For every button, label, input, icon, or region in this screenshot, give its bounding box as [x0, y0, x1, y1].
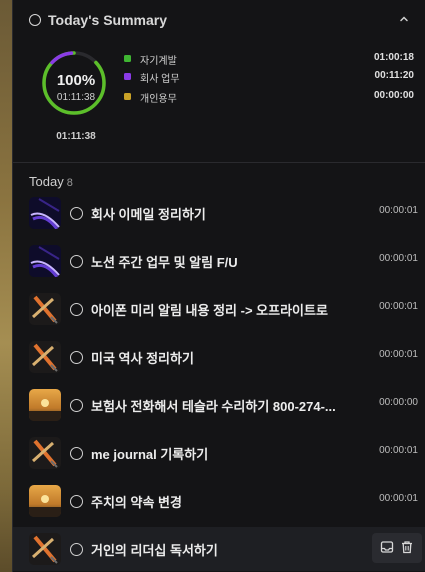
task-checkbox[interactable]	[70, 303, 83, 316]
task-row[interactable]: 회사 이메일 정리하기 00:00:01	[13, 191, 425, 235]
task-title: 노션 주간 업무 및 알림 F/U	[91, 255, 238, 270]
sunset-icon	[29, 485, 61, 517]
divider	[13, 162, 425, 163]
task-title: 미국 역사 정리하기	[91, 351, 194, 366]
task-row[interactable]: me journal 기록하기 00:00:01	[13, 431, 425, 475]
task-row[interactable]: 미국 역사 정리하기 00:00:01	[13, 335, 425, 379]
legend-label: 회사 업무	[140, 74, 180, 85]
task-time: 00:00:01	[379, 301, 418, 312]
task-row[interactable]: 노션 주간 업무 및 알림 F/U 00:00:01	[13, 239, 425, 283]
legend-item: 개인용무 00:00:00	[124, 90, 420, 105]
background-strip	[0, 0, 12, 572]
summary-header[interactable]: Today's Summary	[13, 0, 425, 40]
ring-elapsed: 01:11:38	[56, 92, 96, 103]
task-time: 00:00:01	[379, 253, 418, 264]
legend-label: 자기계발	[140, 56, 177, 67]
today-section-header[interactable]: Today 8	[29, 174, 73, 189]
task-checkbox[interactable]	[70, 447, 83, 460]
legend-item: 회사 업무 00:11:20	[124, 70, 420, 85]
legend-time: 01:00:18	[373, 52, 414, 63]
task-checkbox[interactable]	[70, 351, 83, 364]
sunset-icon	[29, 389, 61, 421]
pencil-icon	[29, 293, 61, 325]
legend-swatch	[124, 73, 131, 80]
task-title: me journal 기록하기	[91, 447, 209, 462]
task-row[interactable]: 주치의 약속 변경 00:00:01	[13, 479, 425, 523]
today-label: Today	[29, 174, 64, 189]
ring-percent: 100%	[56, 72, 96, 89]
row-actions	[372, 533, 422, 563]
task-title: 아이폰 미리 알림 내용 정리 -> 오프라이트로	[91, 303, 328, 318]
chevron-up-icon[interactable]	[399, 14, 409, 24]
legend-label: 개인용무	[140, 94, 177, 105]
task-title: 보험사 전화해서 테슬라 수리하기 800-274-...	[91, 399, 336, 414]
summary-title: Today's Summary	[48, 12, 167, 28]
legend-swatch	[124, 93, 131, 100]
pencil-icon	[29, 437, 61, 469]
task-checkbox[interactable]	[70, 495, 83, 508]
task-title: 회사 이메일 정리하기	[91, 207, 206, 222]
task-time: 00:00:01	[379, 205, 418, 216]
inbox-icon[interactable]	[380, 540, 394, 554]
legend-time: 00:11:20	[374, 70, 414, 81]
task-checkbox[interactable]	[70, 543, 83, 556]
task-row[interactable]: 거인의 리더십 독서하기	[13, 527, 425, 571]
trash-icon[interactable]	[400, 540, 414, 554]
task-checkbox[interactable]	[70, 207, 83, 220]
task-checkbox[interactable]	[70, 255, 83, 268]
task-title: 거인의 리더십 독서하기	[91, 543, 218, 558]
summary-panel: Today's Summary 100% 01:11:38 01:11:38 자…	[12, 0, 425, 572]
purple-light-icon	[29, 245, 61, 277]
pencil-icon	[29, 341, 61, 373]
task-time: 00:00:01	[379, 445, 418, 456]
task-checkbox[interactable]	[70, 399, 83, 412]
task-title: 주치의 약속 변경	[91, 495, 182, 510]
task-time: 00:00:00	[379, 397, 418, 408]
task-time: 00:00:01	[379, 349, 418, 360]
legend-swatch	[124, 55, 131, 62]
purple-light-icon	[29, 197, 61, 229]
legend-item: 자기계발 01:00:18	[124, 52, 420, 67]
pencil-icon	[29, 533, 61, 565]
summary-total-time: 01:11:38	[56, 131, 96, 142]
task-time: 00:00:01	[379, 493, 418, 504]
legend-time: 00:00:00	[373, 90, 414, 101]
today-count: 8	[66, 177, 73, 189]
task-row[interactable]: 보험사 전화해서 테슬라 수리하기 800-274-... 00:00:00	[13, 383, 425, 427]
task-row[interactable]: 아이폰 미리 알림 내용 정리 -> 오프라이트로 00:00:01	[13, 287, 425, 331]
circle-icon	[29, 14, 41, 26]
